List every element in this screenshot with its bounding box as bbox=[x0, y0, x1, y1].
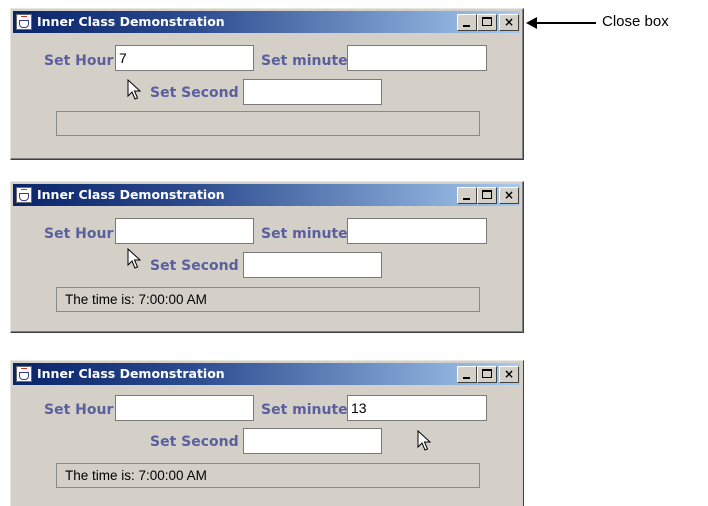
close-icon: × bbox=[503, 188, 515, 202]
minimize-icon bbox=[463, 25, 470, 27]
set-hour-label: Set Hour bbox=[44, 402, 114, 418]
set-second-label: Set Second bbox=[150, 85, 239, 101]
time-display bbox=[56, 111, 480, 136]
java-cup-icon[interactable] bbox=[16, 187, 32, 203]
window-3: Inner Class Demonstration × Set Hour Set… bbox=[10, 360, 524, 506]
maximize-button[interactable] bbox=[477, 14, 497, 31]
minimize-button[interactable] bbox=[457, 366, 477, 383]
title-bar[interactable]: Inner Class Demonstration × bbox=[13, 11, 520, 33]
mouse-pointer-icon bbox=[127, 79, 141, 100]
close-icon: × bbox=[503, 367, 515, 381]
close-box-callout: Close box bbox=[602, 13, 669, 30]
window-1: Inner Class Demonstration × Set Hour 7 S… bbox=[10, 8, 524, 160]
set-hour-field[interactable]: 7 bbox=[115, 45, 254, 71]
set-second-field[interactable] bbox=[243, 428, 382, 454]
title-bar[interactable]: Inner Class Demonstration × bbox=[13, 363, 520, 385]
maximize-icon bbox=[482, 17, 492, 26]
maximize-icon bbox=[482, 369, 492, 378]
minimize-icon bbox=[463, 377, 470, 379]
callout-line bbox=[528, 22, 596, 24]
set-hour-field[interactable] bbox=[115, 218, 254, 244]
set-hour-label: Set Hour bbox=[44, 226, 114, 242]
set-hour-label: Set Hour bbox=[44, 53, 114, 69]
minimize-button[interactable] bbox=[457, 14, 477, 31]
set-hour-field[interactable] bbox=[115, 395, 254, 421]
set-minute-label: Set minute bbox=[261, 226, 348, 242]
window-title: Inner Class Demonstration bbox=[37, 14, 225, 29]
window-title: Inner Class Demonstration bbox=[37, 187, 225, 202]
java-cup-icon[interactable] bbox=[16, 366, 32, 382]
set-minute-label: Set minute bbox=[261, 53, 348, 69]
close-button[interactable]: × bbox=[499, 187, 519, 204]
time-display: The time is: 7:00:00 AM bbox=[56, 463, 480, 488]
time-display: The time is: 7:00:00 AM bbox=[56, 287, 480, 312]
maximize-icon bbox=[482, 190, 492, 199]
set-second-label: Set Second bbox=[150, 258, 239, 274]
close-icon: × bbox=[503, 15, 515, 29]
maximize-button[interactable] bbox=[477, 187, 497, 204]
java-cup-icon[interactable] bbox=[16, 14, 32, 30]
set-minute-field[interactable] bbox=[347, 45, 487, 71]
mouse-pointer-icon bbox=[417, 430, 431, 451]
window-2: Inner Class Demonstration × Set Hour Set… bbox=[10, 181, 524, 333]
title-bar[interactable]: Inner Class Demonstration × bbox=[13, 184, 520, 206]
set-second-field[interactable] bbox=[243, 79, 382, 105]
set-minute-field[interactable] bbox=[347, 218, 487, 244]
minimize-button[interactable] bbox=[457, 187, 477, 204]
maximize-button[interactable] bbox=[477, 366, 497, 383]
set-minute-field[interactable]: 13 bbox=[347, 395, 487, 421]
set-second-field[interactable] bbox=[243, 252, 382, 278]
minimize-icon bbox=[463, 198, 470, 200]
window-title: Inner Class Demonstration bbox=[37, 366, 225, 381]
close-button[interactable]: × bbox=[499, 366, 519, 383]
set-minute-label: Set minute bbox=[261, 402, 348, 418]
mouse-pointer-icon bbox=[127, 248, 141, 269]
set-second-label: Set Second bbox=[150, 434, 239, 450]
close-button[interactable]: × bbox=[499, 14, 519, 31]
